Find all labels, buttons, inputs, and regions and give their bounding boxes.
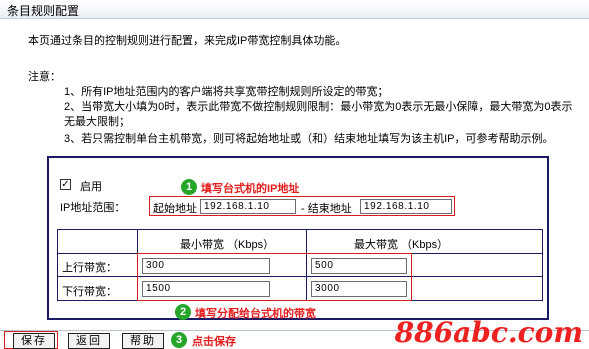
page-title: 条目规则配置: [7, 4, 80, 18]
downstream-label: 下行带宽：: [62, 286, 117, 298]
start-address-input[interactable]: 192.168.1.10: [200, 199, 296, 214]
ip-range-label: IP地址范围：: [60, 202, 126, 214]
note-line-1: 1、所有IP地址范围内的客户端将共享宽带控制规则所设定的带宽；: [64, 86, 389, 98]
upstream-min-input[interactable]: 300: [142, 258, 270, 274]
annotation-text-2: 填写分配给台式机的带宽: [195, 308, 316, 320]
end-address-label: - 结束地址: [301, 203, 352, 215]
end-address-input[interactable]: 192.168.1.10: [360, 199, 452, 214]
back-button[interactable]: 返回: [68, 333, 110, 349]
downstream-max-input[interactable]: 3000: [311, 281, 407, 297]
annotation-badge-3: 3: [171, 332, 187, 348]
notes-label: 注意：: [28, 71, 61, 83]
note-line-4: 3、若只需控制单台主机带宽，则可将起始地址或（和）结束地址填写为该主机IP，可参…: [64, 133, 554, 145]
annotation-text-1: 填写台式机的IP地址: [201, 183, 300, 195]
note-line-2: 2、当带宽大小填为0时，表示此带宽不做控制规则限制：最小带宽为0表示无最小保障，…: [64, 101, 573, 113]
annotation-badge-2: 2: [175, 304, 191, 320]
note-line-3: 无最大限制；: [64, 116, 130, 128]
page-title-bar: 条目规则配置: [0, 0, 589, 19]
table-header-max: 最大带宽 （Kbps）: [354, 239, 449, 251]
upstream-label: 上行带宽：: [62, 262, 117, 274]
save-button[interactable]: 保存: [13, 333, 55, 349]
downstream-min-input[interactable]: 1500: [142, 281, 270, 297]
annotation-badge-1: 1: [181, 179, 197, 195]
annotation-text-3: 点击保存: [192, 336, 236, 348]
upstream-max-input[interactable]: 500: [311, 258, 407, 274]
help-button[interactable]: 帮助: [122, 333, 164, 349]
table-header-min: 最小带宽 （Kbps）: [180, 239, 275, 251]
site-watermark: 886abc.com: [394, 316, 583, 349]
start-address-label: 起始地址: [153, 203, 197, 215]
enable-checkbox[interactable]: ✓: [60, 179, 71, 190]
intro-text: 本页通过条目的控制规则进行配置，来完成IP带宽控制具体功能。: [28, 35, 347, 47]
enable-label: 启用: [80, 181, 102, 193]
